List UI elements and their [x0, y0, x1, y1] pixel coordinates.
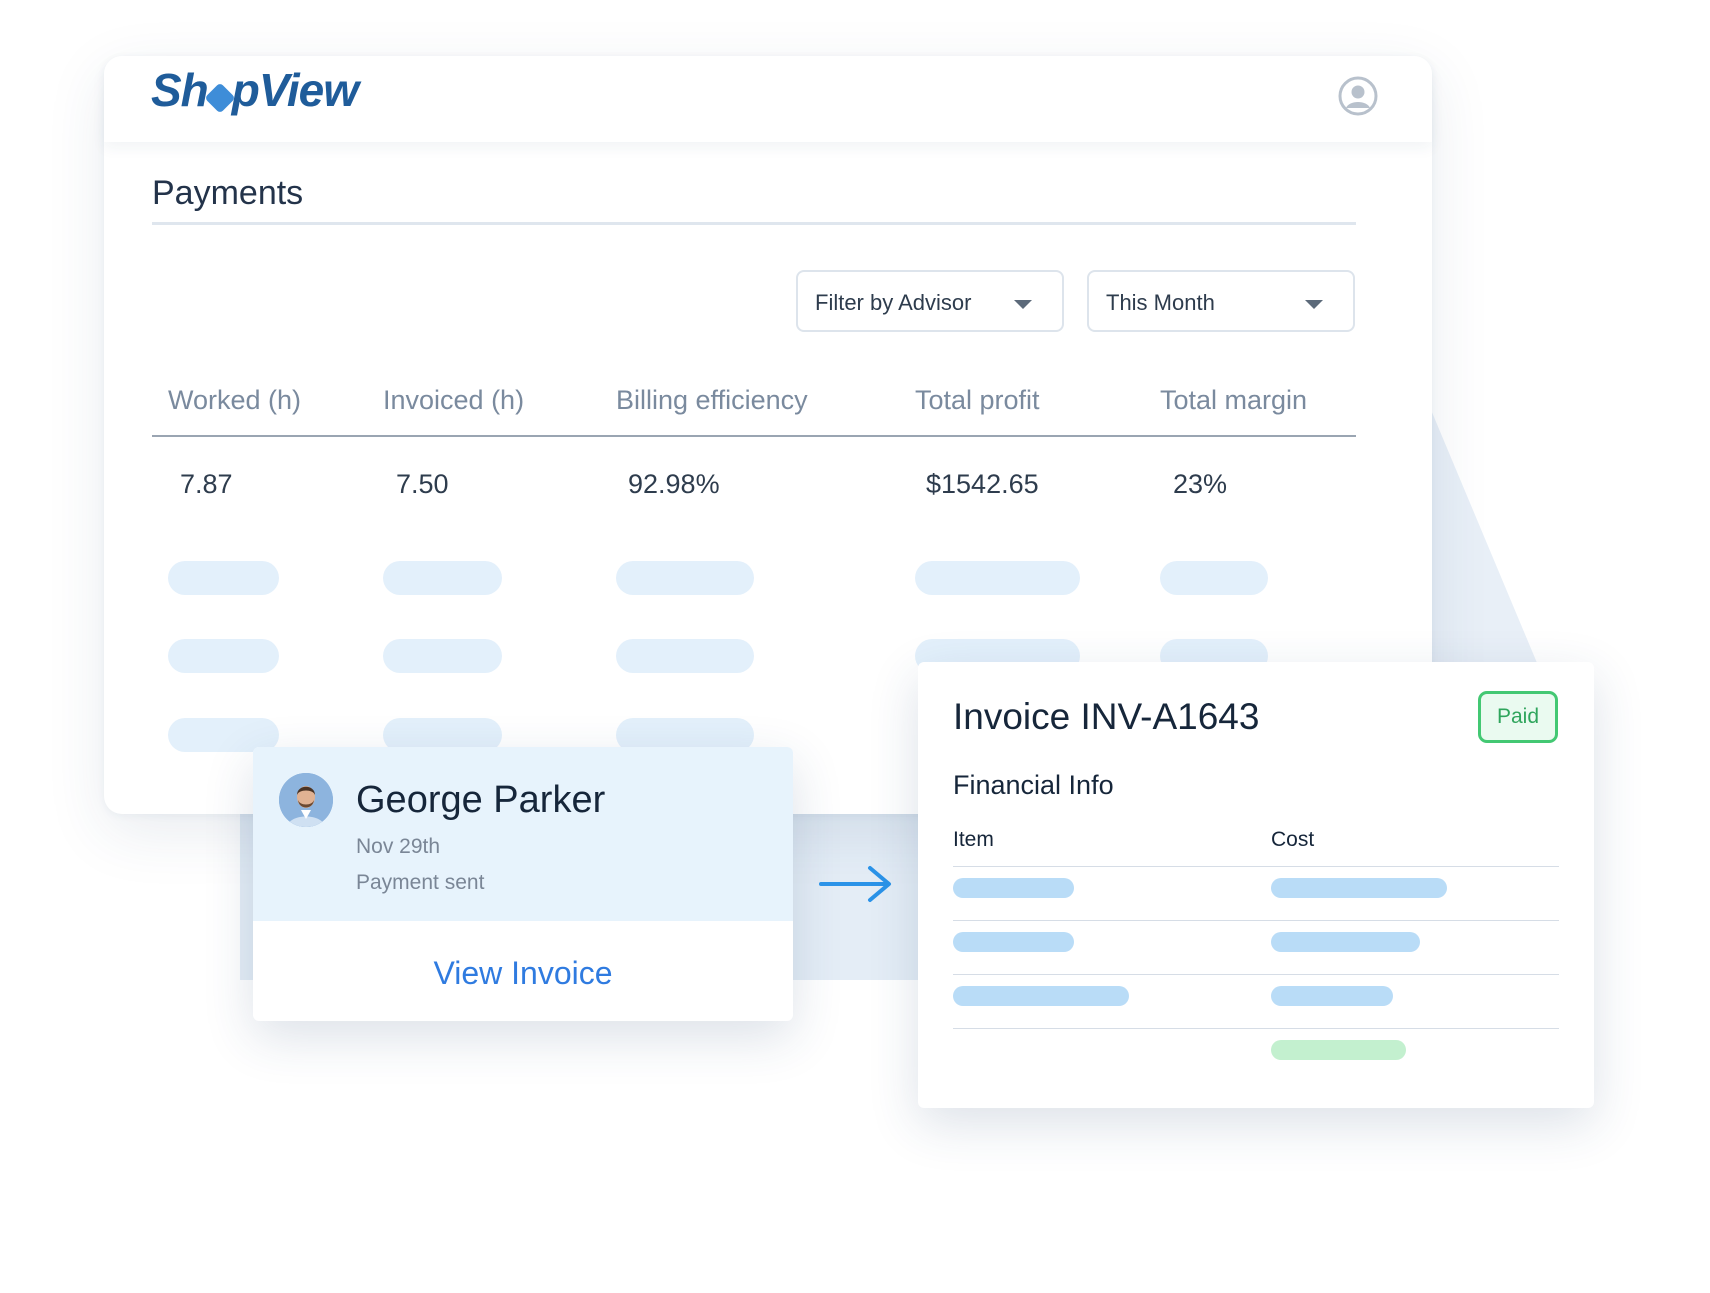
placeholder-pill — [168, 561, 279, 595]
column-header-billing-efficiency: Billing efficiency — [616, 385, 808, 415]
column-header-invoiced: Invoiced (h) — [383, 385, 525, 415]
status-badge: Paid — [1478, 691, 1558, 743]
filter-advisor-label: Filter by Advisor — [815, 290, 972, 315]
row-divider — [953, 974, 1559, 975]
cell-invoiced: 7.50 — [396, 469, 449, 499]
period-dropdown[interactable]: This Month — [1087, 270, 1355, 332]
shopview-logo[interactable]: Sh pView — [151, 63, 359, 117]
chevron-down-icon — [1305, 300, 1323, 309]
payment-notification-card: George Parker Nov 29th Payment sent View… — [253, 747, 793, 1021]
period-label: This Month — [1106, 290, 1215, 315]
placeholder-pill — [383, 561, 502, 595]
person-icon — [279, 773, 333, 827]
placeholder-bar — [953, 932, 1074, 952]
filter-by-advisor-dropdown[interactable]: Filter by Advisor — [796, 270, 1064, 332]
placeholder-bar — [1271, 986, 1393, 1006]
placeholder-pill — [168, 639, 279, 673]
logo-text-part-2: pView — [231, 64, 359, 116]
customer-name: George Parker — [356, 779, 606, 821]
tag-icon — [204, 82, 236, 114]
payment-card-header — [253, 747, 793, 921]
column-header-worked: Worked (h) — [168, 385, 302, 415]
payment-status: Payment sent — [356, 871, 485, 894]
invoice-card: Invoice INV-A1643 Paid Financial Info It… — [918, 662, 1594, 1108]
placeholder-bar — [1271, 878, 1447, 898]
title-divider — [152, 222, 1356, 225]
column-header-total-margin: Total margin — [1160, 385, 1308, 415]
table-header-divider — [152, 435, 1356, 437]
cell-total-profit: $1542.65 — [926, 469, 1039, 499]
cell-billing-efficiency: 92.98% — [628, 469, 720, 499]
cell-total-margin: 23% — [1173, 469, 1228, 499]
row-divider — [953, 1028, 1559, 1029]
section-title: Financial Info — [953, 770, 1114, 800]
arrow-right-icon — [819, 866, 891, 902]
logo-text-part-1: Sh — [151, 64, 209, 116]
payment-date: Nov 29th — [356, 835, 441, 858]
user-circle-icon[interactable] — [1338, 76, 1378, 116]
placeholder-pill — [616, 639, 754, 673]
placeholder-bar — [953, 986, 1129, 1006]
avatar — [279, 773, 333, 827]
invoice-title: Invoice INV-A1643 — [953, 696, 1260, 737]
placeholder-pill — [1160, 561, 1268, 595]
placeholder-bar — [1271, 932, 1420, 952]
placeholder-pill — [915, 561, 1080, 595]
chevron-down-icon — [1014, 300, 1032, 309]
row-divider — [953, 920, 1559, 921]
column-header-item: Item — [953, 828, 994, 851]
placeholder-bar — [953, 878, 1074, 898]
placeholder-total-bar — [1271, 1040, 1406, 1060]
column-header-cost: Cost — [1271, 828, 1315, 851]
row-divider — [953, 866, 1559, 867]
placeholder-pill — [616, 561, 754, 595]
placeholder-pill — [383, 639, 502, 673]
cell-worked: 7.87 — [180, 469, 233, 499]
view-invoice-link[interactable]: View Invoice — [253, 955, 793, 992]
page-title: Payments — [152, 174, 304, 212]
column-header-total-profit: Total profit — [915, 385, 1040, 415]
